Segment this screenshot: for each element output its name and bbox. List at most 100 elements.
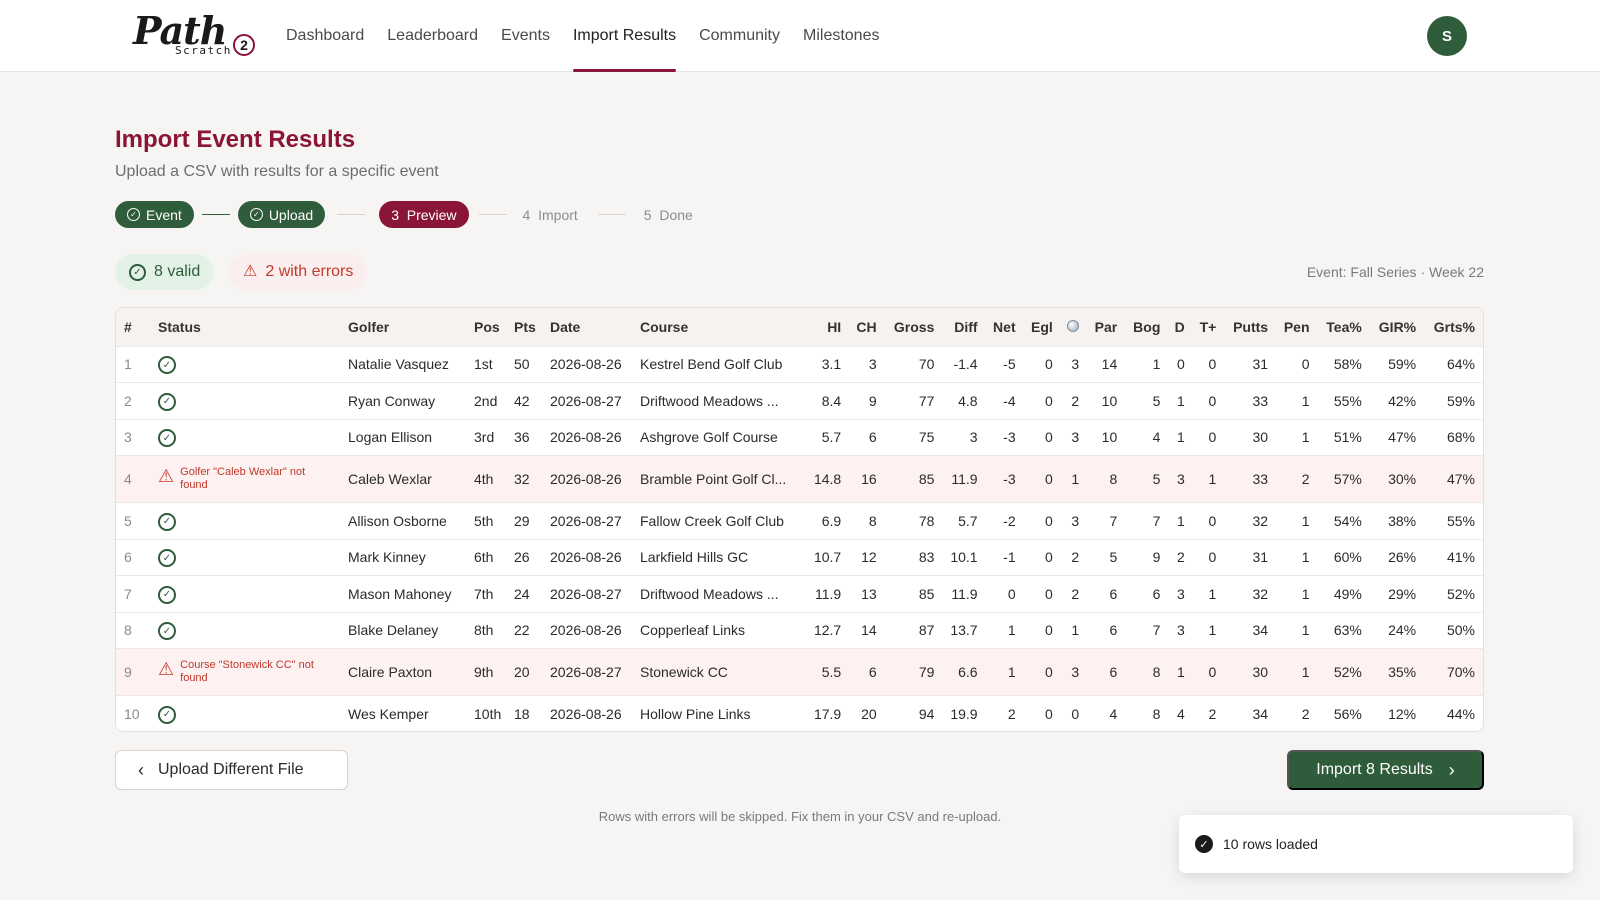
cell-course: Ashgrove Golf Course (634, 418, 804, 456)
page-title: Import Event Results (115, 126, 356, 153)
cell-gir-pct: 35% (1367, 648, 1423, 696)
cell-ch: 12 (847, 538, 883, 576)
table-row: 1 ✓ Natalie Vasquez 1st 50 2026-08-26 Kestrel … (116, 345, 1483, 383)
cell-eagles: 0 (1021, 455, 1059, 503)
cell-birdies: 3 (1058, 345, 1086, 383)
error-count-badge: ⚠ 2 with errors (229, 254, 368, 290)
cell-gir-pct: 29% (1367, 575, 1423, 612)
cell-greens-pct: 52% (1422, 575, 1483, 612)
nav-events[interactable]: Events (501, 0, 550, 72)
error-message: Course "Stonewick CC" not found (180, 659, 314, 684)
step-event[interactable]: ✓ Event (115, 201, 194, 228)
cell-net: -2 (983, 502, 1022, 539)
cell-diff: -1.4 (940, 345, 984, 383)
cell-greens-pct: 70% (1422, 648, 1483, 696)
col-diff: Diff (954, 318, 978, 335)
check-circle-icon: ✓ (158, 622, 176, 640)
step-label: Event (146, 206, 182, 223)
cell-tee-pct: 63% (1315, 611, 1368, 649)
cell-diff: 5.7 (940, 502, 984, 539)
table-header-row: # Status Golfer Pos Pts Date Course HI C… (116, 308, 1483, 346)
status-error: ⚠ Course "Stonewick CC" not found (158, 659, 336, 685)
cell-penalties: 1 (1274, 418, 1316, 456)
cell-bogey: 5 (1123, 455, 1167, 503)
user-avatar[interactable]: S (1427, 16, 1467, 56)
check-circle-icon: ✓ (158, 705, 176, 724)
cell-gross: 85 (882, 455, 941, 503)
cell-par: 10 (1085, 418, 1124, 456)
cell-penalties: 1 (1274, 575, 1316, 612)
step-connector (337, 214, 366, 215)
cell-index: 1 (116, 345, 152, 383)
nav-milestones[interactable]: Milestones (803, 0, 879, 72)
cell-diff: 10.1 (940, 538, 984, 576)
cell-date: 2026-08-26 (544, 611, 634, 649)
table-row: 5 ✓ Allison Osborne 5th 29 2026-08-27 Fallow C… (116, 502, 1483, 539)
col-ch: CH (856, 318, 877, 335)
cell-birdies: 1 (1058, 611, 1086, 649)
preview-table-container: # Status Golfer Pos Pts Date Course HI C… (115, 307, 1484, 732)
cell-greens-pct: 68% (1422, 418, 1483, 456)
cell-course: Bramble Point Golf Cl... (634, 455, 804, 503)
table-row: 4 ⚠ Golfer "Caleb Wexlar" not found Caleb W… (116, 455, 1483, 503)
cell-gross: 78 (882, 502, 941, 539)
col-status: Status (158, 318, 201, 335)
cell-diff: 4.8 (940, 382, 984, 419)
nav-leaderboard[interactable]: Leaderboard (387, 0, 478, 72)
cell-net: 1 (983, 648, 1022, 696)
cell-greens-pct: 47% (1422, 455, 1483, 503)
cell-net: 2 (983, 695, 1022, 731)
cell-eagles: 0 (1021, 345, 1059, 383)
cell-putts: 30 (1222, 418, 1275, 456)
cell-golfer: Caleb Wexlar (342, 455, 468, 503)
col-bogey: Bog (1133, 318, 1161, 335)
cell-ch: 6 (847, 418, 883, 456)
cell-golfer: Allison Osborne (342, 502, 468, 539)
cell-par: 6 (1085, 611, 1124, 649)
cell-course: Stonewick CC (634, 648, 804, 696)
app-logo[interactable]: Path Scratch 2 (133, 8, 255, 58)
cell-bogey: 1 (1123, 345, 1167, 383)
cell-pos: 10th (468, 695, 508, 731)
cell-date: 2026-08-26 (544, 695, 634, 731)
page-subtitle: Upload a CSV with results for a specific… (115, 163, 439, 180)
cell-penalties: 1 (1274, 611, 1316, 649)
step-upload[interactable]: ✓ Upload (237, 201, 326, 228)
cell-pts: 24 (508, 575, 544, 612)
cell-birdies: 2 (1058, 538, 1086, 576)
cell-status: ✓ (152, 382, 342, 419)
cell-hi: 8.4 (804, 382, 848, 419)
cell-index: 9 (116, 648, 152, 696)
cell-net: 1 (983, 611, 1022, 649)
nav-community[interactable]: Community (699, 0, 780, 72)
cell-birdies: 1 (1058, 455, 1086, 503)
cell-triple-plus: 1 (1190, 575, 1223, 612)
cell-pts: 22 (508, 611, 544, 649)
nav-dashboard[interactable]: Dashboard (286, 0, 364, 72)
table-row: 8 ✓ Blake Delaney 8th 22 2026-08-26 Copperleaf… (116, 611, 1483, 649)
cell-hi: 5.5 (804, 648, 848, 696)
upload-different-file-button[interactable]: ‹ Upload Different File (115, 750, 348, 790)
cell-penalties: 0 (1274, 345, 1316, 383)
cell-course: Driftwood Meadows ... (634, 575, 804, 612)
cell-putts: 33 (1222, 455, 1275, 503)
cell-status: ✓ (152, 502, 342, 539)
cell-double: 1 (1166, 382, 1191, 419)
cell-birdies: 3 (1058, 648, 1086, 696)
import-results-button[interactable]: Import 8 Results › (1287, 750, 1484, 790)
step-connector (597, 214, 626, 215)
cell-hi: 3.1 (804, 345, 848, 383)
table-row: 10 ✓ Wes Kemper 10th 18 2026-08-26 Hollow Pine… (116, 695, 1483, 731)
cell-putts: 31 (1222, 345, 1275, 383)
cell-double: 0 (1166, 345, 1191, 383)
col-pos: Pos (474, 318, 500, 335)
check-circle-icon: ✓ (158, 429, 176, 447)
cell-pts: 26 (508, 538, 544, 576)
cell-index: 5 (116, 502, 152, 539)
back-button-label: Upload Different File (158, 761, 304, 778)
cell-gross: 79 (882, 648, 941, 696)
nav-import-results[interactable]: Import Results (572, 0, 677, 72)
cell-golfer: Logan Ellison (342, 418, 468, 456)
cell-status: ✓ (152, 345, 342, 383)
cell-status: ⚠ Course "Stonewick CC" not found (152, 648, 342, 696)
